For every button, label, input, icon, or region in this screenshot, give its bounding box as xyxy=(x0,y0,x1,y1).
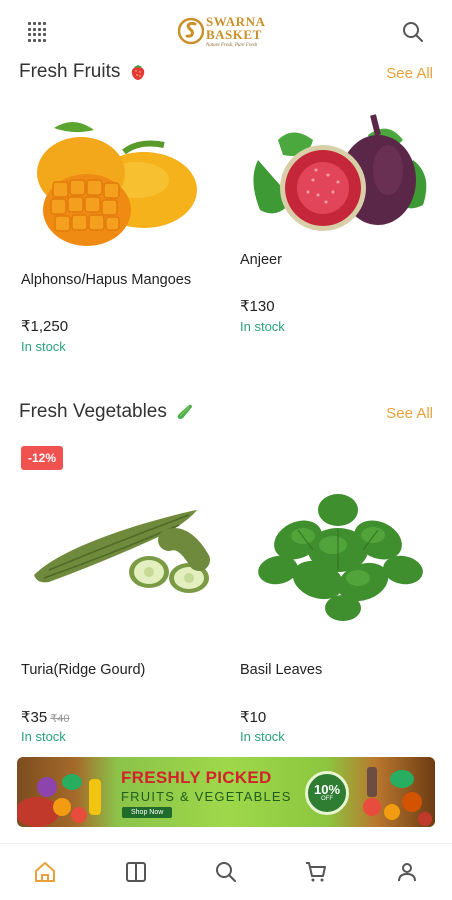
see-all-fruits-link[interactable]: See All xyxy=(386,65,433,82)
stock-status: In stock xyxy=(240,729,285,744)
price-current: ₹1,250 xyxy=(21,318,69,335)
search-icon xyxy=(215,862,236,882)
logo-tagline: Nature Fresh, Pure Fresh xyxy=(206,42,258,48)
stock-status: In stock xyxy=(21,729,66,744)
discount-badge: 10% OFF xyxy=(305,771,349,815)
catalog-icon xyxy=(125,862,146,882)
product-name: Anjeer xyxy=(240,252,282,268)
nav-search[interactable] xyxy=(204,850,248,894)
banner-subtitle: FRUITS & VEGETABLES xyxy=(121,789,292,804)
product-card-mango[interactable]: Alphonso/Hapus Mangoes ₹1,250 In stock xyxy=(19,100,219,360)
product-price: ₹1,250 xyxy=(21,317,68,335)
basil-image xyxy=(258,494,423,621)
stock-status: In stock xyxy=(240,319,285,334)
logo-mark-icon xyxy=(178,17,204,45)
fig-image xyxy=(253,114,427,231)
brand-logo[interactable]: SWARNA BASKET Nature Fresh, Pure Fresh xyxy=(178,10,278,52)
cucumber-icon xyxy=(177,404,192,419)
section-title-fruits: Fresh Fruits xyxy=(19,61,148,83)
badge-off: OFF xyxy=(321,796,333,802)
nav-catalog[interactable] xyxy=(114,850,158,894)
product-card-turia[interactable]: Turia(Ridge Gourd) ₹35 ₹40 In stock xyxy=(19,480,219,748)
product-price: ₹10 xyxy=(240,708,266,726)
strawberry-icon xyxy=(132,65,145,80)
logo-line-2: BASKET xyxy=(206,26,262,42)
banner-title: FRESHLY PICKED xyxy=(121,768,272,787)
mango-image xyxy=(37,121,197,246)
search-icon[interactable] xyxy=(401,20,425,44)
home-icon xyxy=(35,862,56,882)
product-card-basil[interactable]: Basil Leaves ₹10 In stock xyxy=(238,470,438,748)
nav-profile[interactable] xyxy=(385,850,429,894)
shop-now-button[interactable]: Shop Now xyxy=(122,807,173,818)
profile-icon xyxy=(397,863,416,882)
see-all-vegetables-link[interactable]: See All xyxy=(386,405,433,422)
stock-status: In stock xyxy=(21,339,66,354)
badge-percent: 10% xyxy=(313,782,341,797)
price-original: ₹40 xyxy=(50,713,70,725)
bottom-navigation xyxy=(0,843,452,900)
price-current: ₹10 xyxy=(240,709,267,726)
product-name: Alphonso/Hapus Mangoes xyxy=(21,272,192,288)
product-price: ₹35 ₹40 xyxy=(21,708,69,726)
nav-home[interactable] xyxy=(23,850,67,894)
price-current: ₹35 xyxy=(21,709,48,726)
ridge-gourd-image xyxy=(34,510,210,593)
product-name: Basil Leaves xyxy=(240,662,323,678)
section-title-label: Fresh Vegetables xyxy=(19,401,167,422)
price-current: ₹130 xyxy=(240,298,275,315)
app-header: SWARNA BASKET Nature Fresh, Pure Fresh xyxy=(0,0,452,60)
promo-banner[interactable]: FRESHLY PICKED FRUITS & VEGETABLES Shop … xyxy=(17,757,435,827)
discount-badge: -12% xyxy=(21,446,64,470)
logo-line-1: SWARNA xyxy=(206,13,266,29)
cart-icon xyxy=(306,862,327,882)
section-title-vegetables: Fresh Vegetables xyxy=(19,401,195,423)
nav-cart[interactable] xyxy=(294,850,338,894)
product-price: ₹130 xyxy=(240,297,275,315)
menu-grid-icon[interactable] xyxy=(28,22,48,42)
product-name: Turia(Ridge Gourd) xyxy=(21,662,146,678)
product-card-anjeer[interactable]: Anjeer ₹130 In stock xyxy=(238,100,438,340)
section-title-label: Fresh Fruits xyxy=(19,61,121,82)
